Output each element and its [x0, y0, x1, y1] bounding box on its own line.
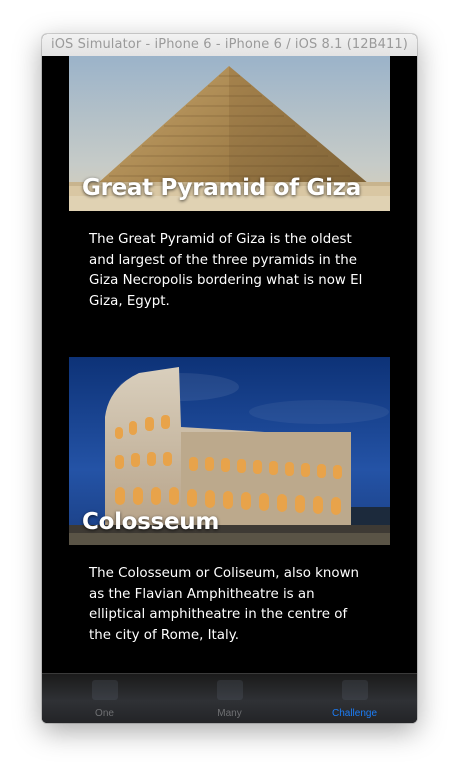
tab-bar: One Many Challenge: [42, 673, 417, 723]
card-description: The Great Pyramid of Giza is the oldest …: [89, 232, 363, 309]
tab-one[interactable]: One: [42, 708, 167, 719]
app-content-scrollview[interactable]: Great Pyramid of Giza The Great Pyramid …: [42, 56, 417, 723]
tab-challenge-icon: [292, 680, 417, 702]
window-title: iOS Simulator - iPhone 6 - iPhone 6 / iO…: [51, 37, 408, 52]
pyramid-photo: Great Pyramid of Giza: [69, 56, 390, 211]
colosseum-photo: Colosseum: [69, 357, 390, 545]
window-titlebar[interactable]: iOS Simulator - iPhone 6 - iPhone 6 / iO…: [42, 34, 417, 57]
simulator-window: iOS Simulator - iPhone 6 - iPhone 6 / iO…: [42, 34, 417, 723]
tab-challenge[interactable]: Challenge: [292, 708, 417, 719]
card-title: Colosseum: [82, 509, 219, 535]
wonder-card-colosseum: Colosseum The Colosseum or Coliseum, als…: [69, 357, 390, 646]
card-description: The Colosseum or Coliseum, also known as…: [89, 566, 360, 643]
card-title: Great Pyramid of Giza: [82, 175, 361, 201]
wonder-card-pyramid: Great Pyramid of Giza The Great Pyramid …: [69, 56, 390, 312]
tab-many-icon: [167, 680, 292, 702]
tab-one-icon: [42, 680, 167, 702]
tab-many[interactable]: Many: [167, 708, 292, 719]
